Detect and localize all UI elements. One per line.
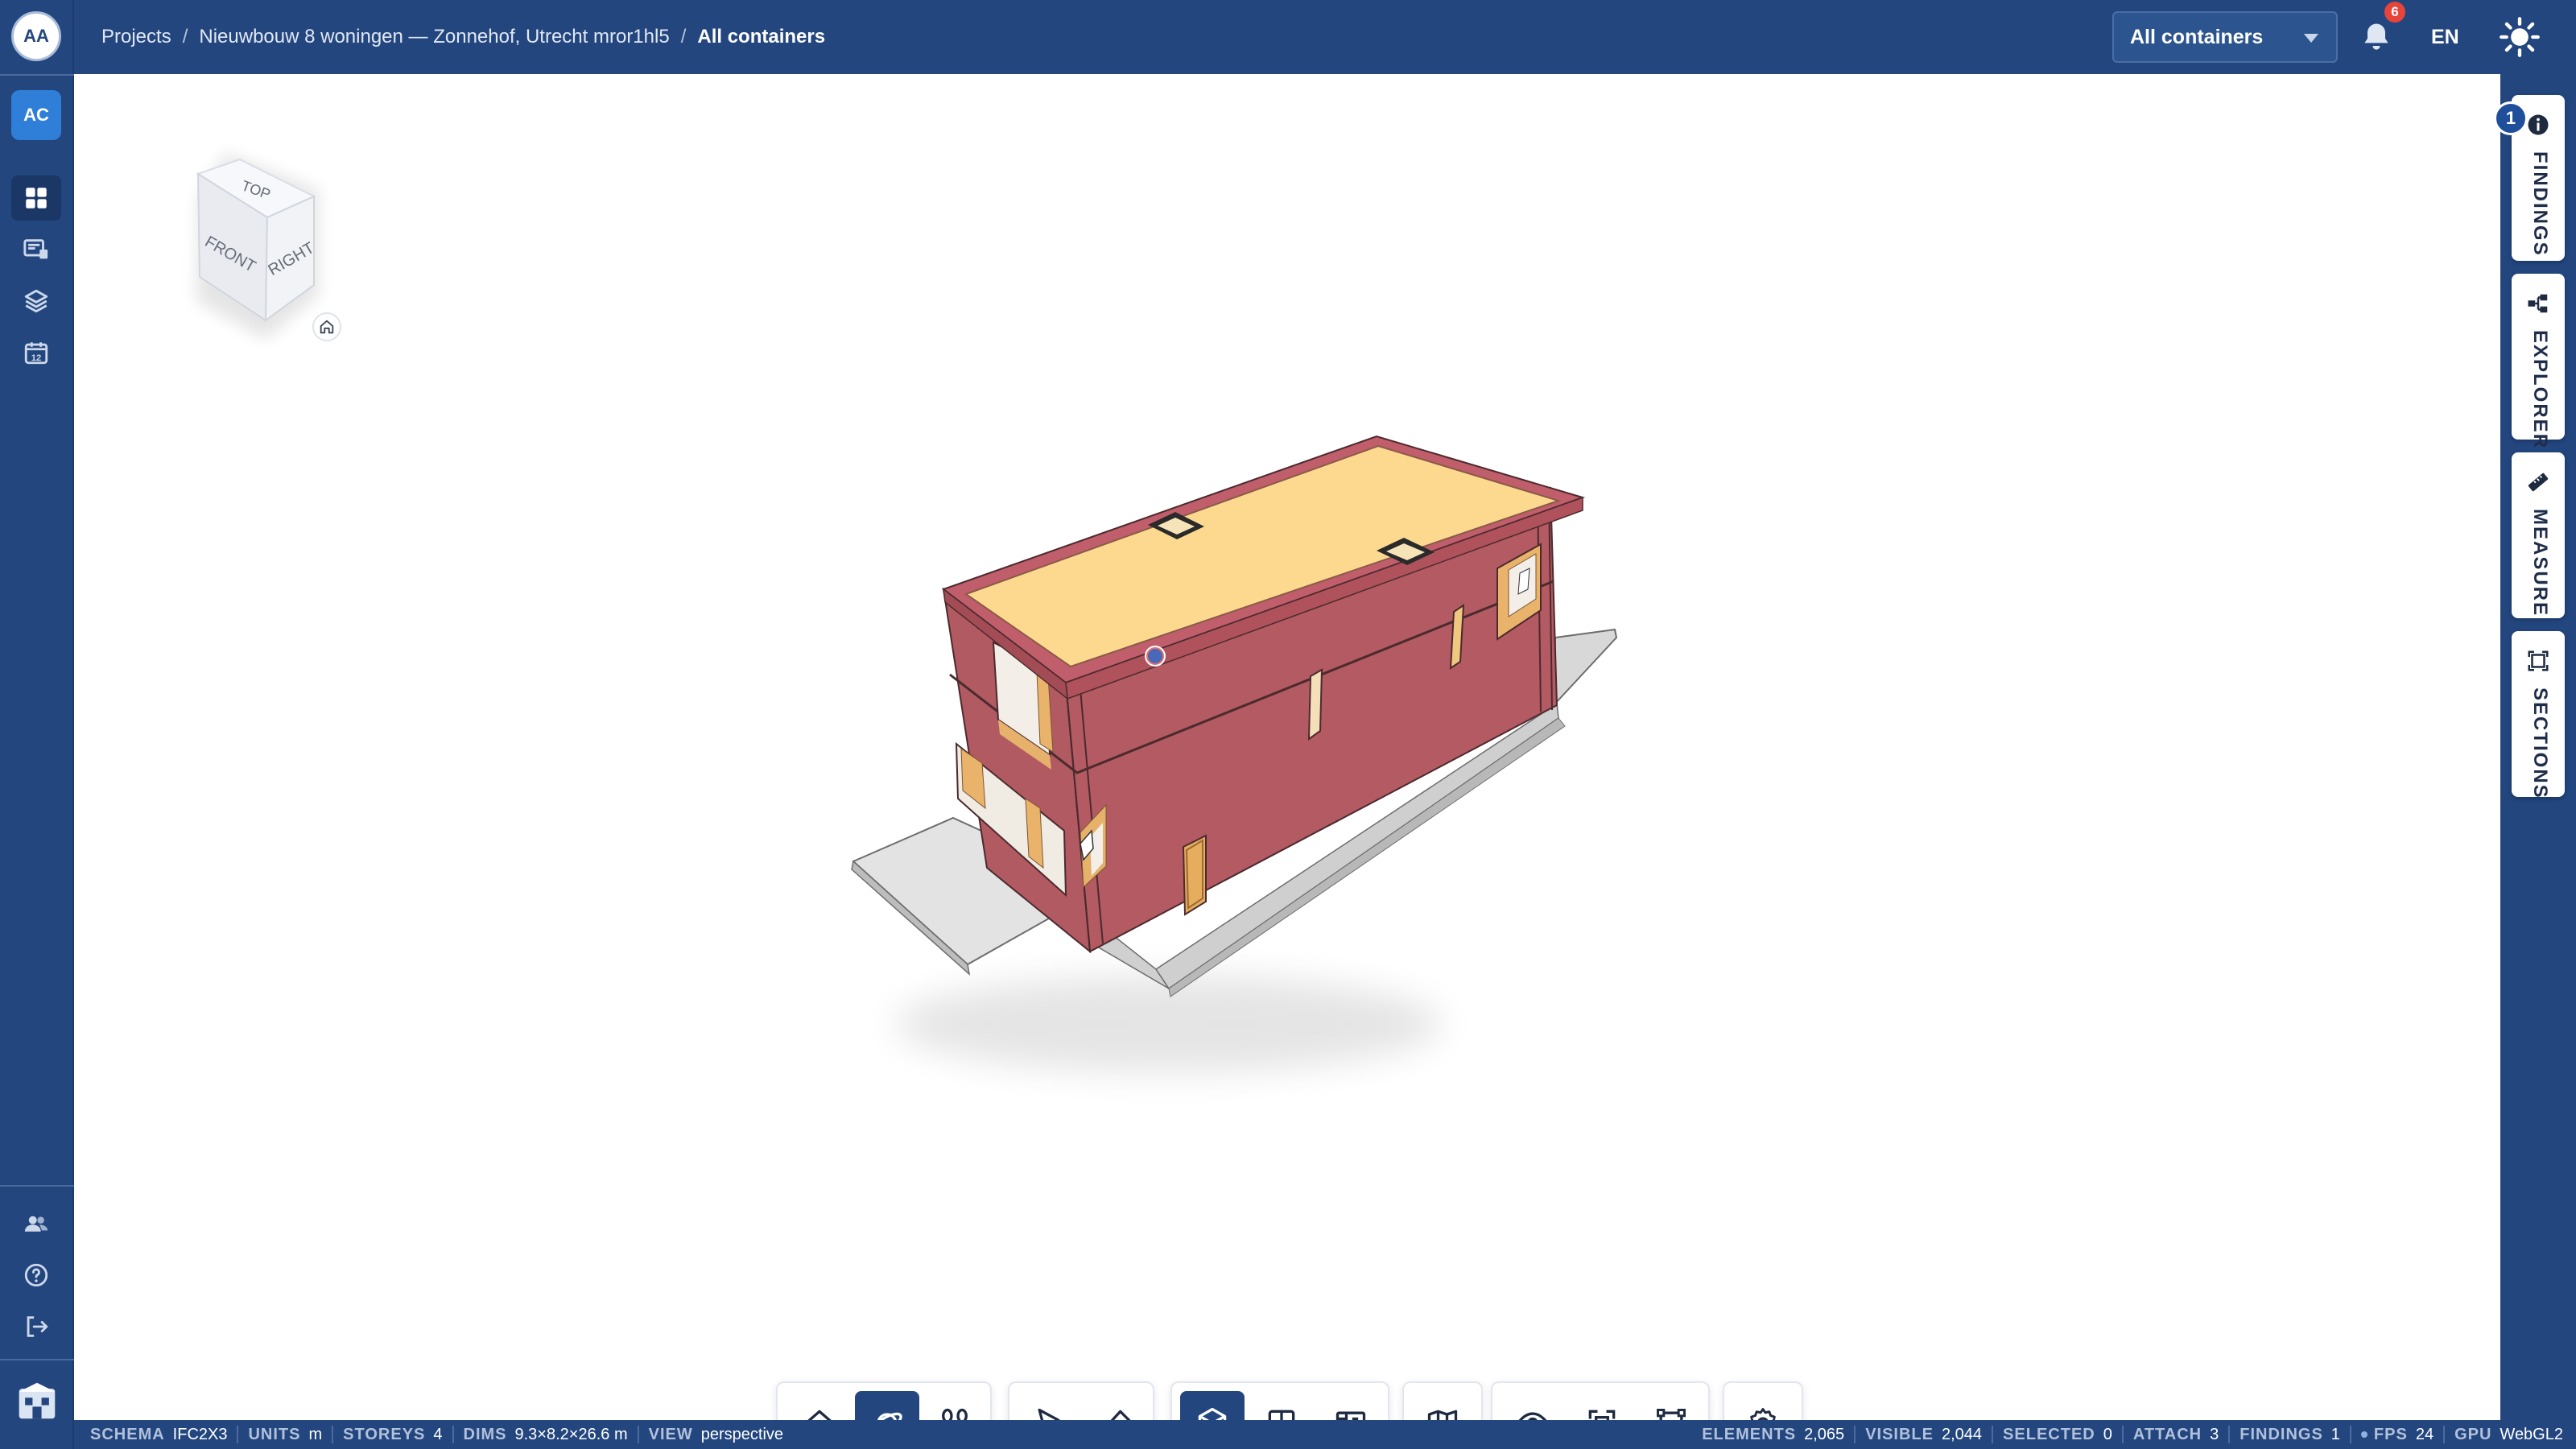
finding-marker[interactable]	[1145, 646, 1166, 667]
user-avatar[interactable]: AA	[11, 11, 61, 61]
grid-icon	[26, 188, 47, 208]
rail-item-layers[interactable]	[11, 279, 61, 324]
section-box-icon	[2528, 650, 2549, 671]
rail-item-calendar[interactable]: 12	[11, 330, 61, 375]
tab-findings-label: FINDINGS	[2529, 151, 2551, 257]
tab-sections-label: SECTIONS	[2529, 687, 2551, 799]
document-list-icon	[23, 239, 48, 259]
sun-icon[interactable]	[2499, 16, 2541, 58]
left-rail: AA AC 12	[0, 0, 74, 1449]
breadcrumb-separator: /	[680, 26, 687, 47]
status-gpu: GPU WebGL2	[2454, 1425, 2563, 1443]
chevron-down-icon	[2304, 34, 2318, 43]
svg-text:12: 12	[31, 353, 42, 363]
layers-icon	[24, 289, 48, 313]
status-storeys: STOREYS 4	[333, 1426, 454, 1443]
side-slab[interactable]	[1552, 628, 1618, 708]
status-schema: SCHEMA IFC2X3	[80, 1426, 239, 1443]
help-icon	[24, 1263, 48, 1287]
container-select-value: All containers	[2130, 25, 2264, 48]
tab-measure-label: MEASURE	[2529, 509, 2551, 617]
status-right: ELEMENTS 2,065 VISIBLE 2,044 SELECTED 0 ATT…	[1692, 1426, 2573, 1443]
tab-sections[interactable]: SECTIONS	[2512, 631, 2565, 799]
breadcrumb-project[interactable]: Nieuwbouw 8 woningen — Zonnehof, Utrecht…	[199, 26, 669, 48]
language-switcher[interactable]: EN	[2431, 0, 2459, 74]
status-findings: FINDINGS 1	[2230, 1426, 2351, 1443]
building-model[interactable]	[74, 74, 2500, 1420]
container-select[interactable]: All containers	[2112, 11, 2338, 63]
status-visible: VISIBLE 2,044	[1856, 1426, 1994, 1443]
status-view: VIEW perspective	[648, 1425, 784, 1443]
breadcrumb-projects[interactable]: Projects	[101, 26, 171, 48]
status-units: UNITS m	[238, 1426, 334, 1443]
status-bar: SCHEMA IFC2X3 UNITS m STOREYS 4 DIMS 9.3×8.2…	[74, 1420, 2576, 1449]
app-logo[interactable]	[14, 1378, 60, 1423]
rail-item-team[interactable]	[11, 1201, 61, 1246]
notification-bell-icon[interactable]	[2359, 19, 2394, 55]
rail-divider	[0, 1359, 74, 1360]
status-fps: FPS 24	[2351, 1426, 2446, 1443]
3d-viewport[interactable]: TOP FRONT RIGHT	[74, 74, 2500, 1449]
notification-badge: 6	[2384, 2, 2405, 23]
tab-measure[interactable]: MEASURE	[2512, 452, 2565, 618]
rail-item-dashboard[interactable]	[11, 175, 61, 221]
tree-icon	[2528, 294, 2548, 313]
breadcrumb: Projects / Nieuwbouw 8 woningen — Zonneh…	[101, 0, 825, 74]
findings-count-badge: 1	[2494, 101, 2528, 135]
breadcrumb-separator: /	[182, 26, 188, 47]
fps-indicator-dot	[2360, 1431, 2368, 1438]
building-logo-icon	[19, 1382, 56, 1419]
rail-divider	[0, 74, 74, 76]
rail-item-models[interactable]	[11, 227, 61, 272]
calendar-icon: 12	[24, 342, 48, 365]
rail-item-logout[interactable]	[11, 1304, 61, 1349]
side-window[interactable]	[1307, 668, 1323, 741]
status-attach: ATTACH 3	[2124, 1426, 2231, 1443]
tab-explorer[interactable]: EXPLORER	[2512, 274, 2565, 449]
right-panel-rail: FINDINGS EXPLORER MEASURE SECTIONS	[2500, 74, 2576, 1420]
status-dims: DIMS 9.3×8.2×26.6 m	[454, 1426, 639, 1443]
rail-item-help[interactable]	[11, 1253, 61, 1298]
status-elements: ELEMENTS 2,065	[1692, 1426, 1856, 1443]
team-icon	[24, 1216, 48, 1232]
status-left: SCHEMA IFC2X3 UNITS m STOREYS 4 DIMS 9.3×8.2…	[80, 1426, 793, 1443]
info-icon	[2528, 114, 2549, 135]
breadcrumb-current: All containers	[697, 26, 826, 47]
org-switcher[interactable]: AC	[11, 90, 61, 140]
tab-explorer-label: EXPLORER	[2529, 330, 2551, 450]
ruler-icon	[2528, 473, 2549, 492]
logout-icon	[27, 1316, 48, 1337]
rail-divider	[0, 1185, 74, 1187]
status-selected: SELECTED 0	[1993, 1426, 2124, 1443]
top-bar: Projects / Nieuwbouw 8 woningen — Zonneh…	[74, 0, 2576, 74]
